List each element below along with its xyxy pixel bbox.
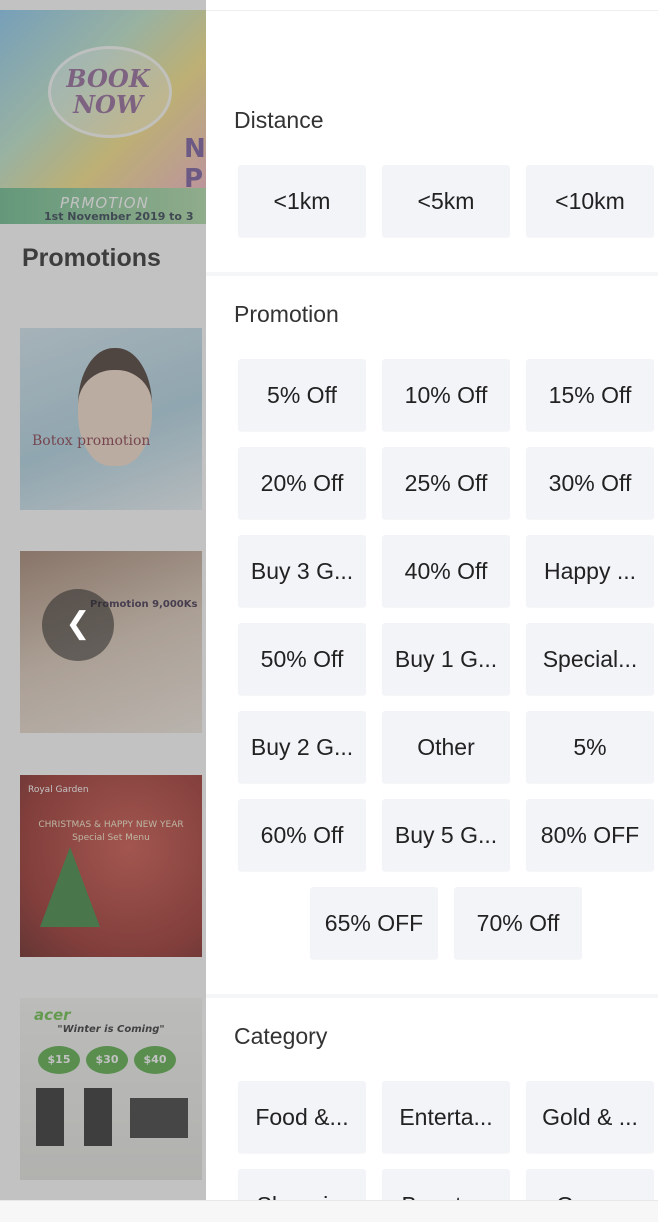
promotion-option[interactable]: 25% Off [382,447,510,519]
promotion-option[interactable]: 10% Off [382,359,510,431]
card-title: CHRISTMAS & HAPPY NEW YEAR Special Set M… [38,820,184,843]
category-section-title: Category [234,1023,328,1049]
computer-tower-image [84,1088,112,1146]
card-text: Botox promotion [32,433,151,449]
promotion-option[interactable]: 80% OFF [526,799,654,871]
promotion-option[interactable]: Buy 2 G... [238,711,366,783]
promo-banner[interactable]: BOOK NOW N P PRMOTION 1st November 2019 … [0,10,206,224]
promotion-option[interactable]: Buy 5 G... [382,799,510,871]
filter-drawer: Distance <1km <5km <10km Promotion 5% Of… [206,0,658,1221]
acer-logo: acer [34,1006,71,1024]
drawer-top-divider [206,10,658,11]
price-row: $15 $30 $40 [38,1046,176,1074]
promotion-option[interactable]: Buy 3 G... [238,535,366,607]
distance-section-title: Distance [234,107,324,133]
bottom-system-bar [0,1200,658,1222]
promotion-option[interactable]: 5% Off [238,359,366,431]
category-option[interactable]: Food &... [238,1081,366,1153]
distance-option-5km[interactable]: <5km [382,165,510,237]
promotion-option[interactable]: 20% Off [238,447,366,519]
promotion-option[interactable]: 40% Off [382,535,510,607]
promotion-card-acer[interactable]: acer "Winter is Coming" $15 $30 $40 [20,998,202,1180]
monitor-image [130,1098,188,1138]
background-page: BOOK NOW N P PRMOTION 1st November 2019 … [0,0,206,1221]
banner-cta-text: BOOK NOW [66,64,150,119]
promotion-option[interactable]: 70% Off [454,887,582,959]
promotion-option[interactable]: 50% Off [238,623,366,695]
christmas-tree-image [40,847,100,927]
promotion-section-title: Promotion [234,301,339,327]
price-badge: $30 [86,1046,128,1074]
promotion-option[interactable]: Happy ... [526,535,654,607]
promotion-card-botox[interactable]: Botox promotion [20,328,202,510]
card-title: "Winter is Coming" [57,1024,165,1035]
promotion-option[interactable]: 15% Off [526,359,654,431]
promotion-option[interactable]: Other [382,711,510,783]
price-badge: $15 [38,1046,80,1074]
promotion-option[interactable]: 60% Off [238,799,366,871]
promotion-option[interactable]: 5% [526,711,654,783]
promotion-option[interactable]: Buy 1 G... [382,623,510,695]
category-option[interactable]: Enterta... [382,1081,510,1153]
category-option[interactable]: Gold & ... [526,1081,654,1153]
promotion-option[interactable]: 65% OFF [310,887,438,959]
computer-tower-image [36,1088,64,1146]
promotions-heading: Promotions [22,244,161,272]
banner-side-text: N P [184,134,206,194]
distance-option-10km[interactable]: <10km [526,165,654,237]
section-divider [206,272,658,276]
banner-date: 1st November 2019 to 3 [44,210,194,223]
promotion-option[interactable]: Special... [526,623,654,695]
card-brand: Royal Garden [28,785,89,795]
promotion-card-christmas[interactable]: Royal Garden CHRISTMAS & HAPPY NEW YEAR … [20,775,202,957]
chevron-left-icon[interactable]: ❮ [42,589,114,661]
section-divider [206,994,658,998]
promotion-option[interactable]: 30% Off [526,447,654,519]
distance-option-1km[interactable]: <1km [238,165,366,237]
price-badge: $40 [134,1046,176,1074]
